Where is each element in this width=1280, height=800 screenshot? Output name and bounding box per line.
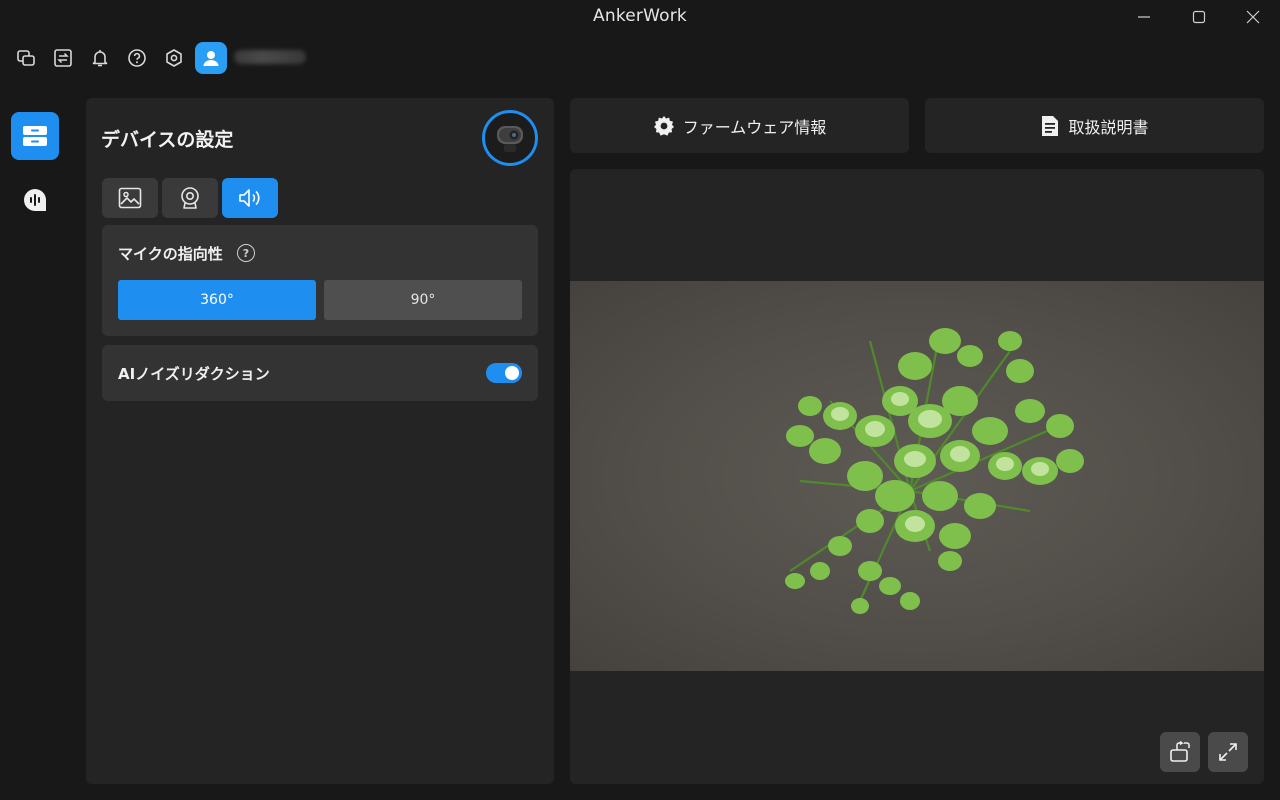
device-icon xyxy=(23,126,47,146)
maximize-icon xyxy=(1192,10,1206,24)
fullscreen-icon xyxy=(1219,743,1237,761)
minimize-icon xyxy=(1138,16,1150,18)
panel-title: デバイスの設定 xyxy=(101,129,234,151)
username-blurred xyxy=(234,50,306,64)
mic-directivity-label: マイクの指向性 xyxy=(118,245,223,263)
rotate-button[interactable] xyxy=(1160,732,1200,772)
mic-directivity-card: マイクの指向性 ? 360° 90° xyxy=(102,225,538,336)
firmware-info-label: ファームウェア情報 xyxy=(682,117,827,137)
plant-image xyxy=(785,328,1084,614)
ai-noise-reduction-card: AIノイズリダクション xyxy=(102,345,538,401)
minimize-button[interactable] xyxy=(1121,0,1167,34)
webcam-device-icon xyxy=(497,126,523,152)
speaker-icon xyxy=(239,189,260,207)
help-icon[interactable] xyxy=(127,48,147,68)
webcam-icon xyxy=(181,187,199,209)
user-avatar-icon xyxy=(203,51,219,66)
gear-icon xyxy=(653,115,674,136)
top-toolbar xyxy=(0,40,400,76)
device-settings-panel: デバイスの設定 マイクの指向性 ? 360° 90° AIノイズリダクション xyxy=(86,98,554,784)
maximize-button[interactable] xyxy=(1176,0,1222,34)
ai-noise-reduction-label: AIノイズリダクション xyxy=(118,365,270,383)
switch-icon[interactable] xyxy=(53,48,73,68)
firmware-info-button[interactable]: ファームウェア情報 xyxy=(570,98,909,153)
close-button[interactable] xyxy=(1230,0,1276,34)
manual-label: 取扱説明書 xyxy=(1068,117,1149,137)
bell-icon[interactable] xyxy=(90,48,110,68)
document-icon xyxy=(1042,115,1059,136)
device-thumbnail[interactable] xyxy=(482,110,538,166)
multi-window-icon[interactable] xyxy=(16,48,36,68)
fullscreen-button[interactable] xyxy=(1208,732,1248,772)
ai-noise-reduction-toggle[interactable] xyxy=(486,363,522,383)
tab-audio[interactable] xyxy=(222,178,278,218)
camera-preview xyxy=(570,169,1264,784)
settings-hex-icon[interactable] xyxy=(164,48,184,68)
camera-feed-image xyxy=(570,281,1264,671)
close-icon xyxy=(1246,10,1260,24)
image-icon xyxy=(118,187,142,209)
mic-360-button[interactable]: 360° xyxy=(118,280,316,320)
mic-directivity-help-icon[interactable]: ? xyxy=(237,244,255,262)
tab-image[interactable] xyxy=(102,178,158,218)
rotate-icon xyxy=(1170,741,1190,762)
user-avatar[interactable] xyxy=(195,42,227,74)
nav-item-voice[interactable] xyxy=(11,176,59,224)
mic-90-button[interactable]: 90° xyxy=(324,280,522,320)
app-title: AnkerWork xyxy=(593,6,687,26)
tab-webcam[interactable] xyxy=(162,178,218,218)
title-bar: AnkerWork xyxy=(0,0,1280,34)
nav-item-device[interactable] xyxy=(11,112,59,160)
voice-icon xyxy=(24,189,46,211)
toggle-knob xyxy=(505,366,519,380)
manual-button[interactable]: 取扱説明書 xyxy=(925,98,1264,153)
